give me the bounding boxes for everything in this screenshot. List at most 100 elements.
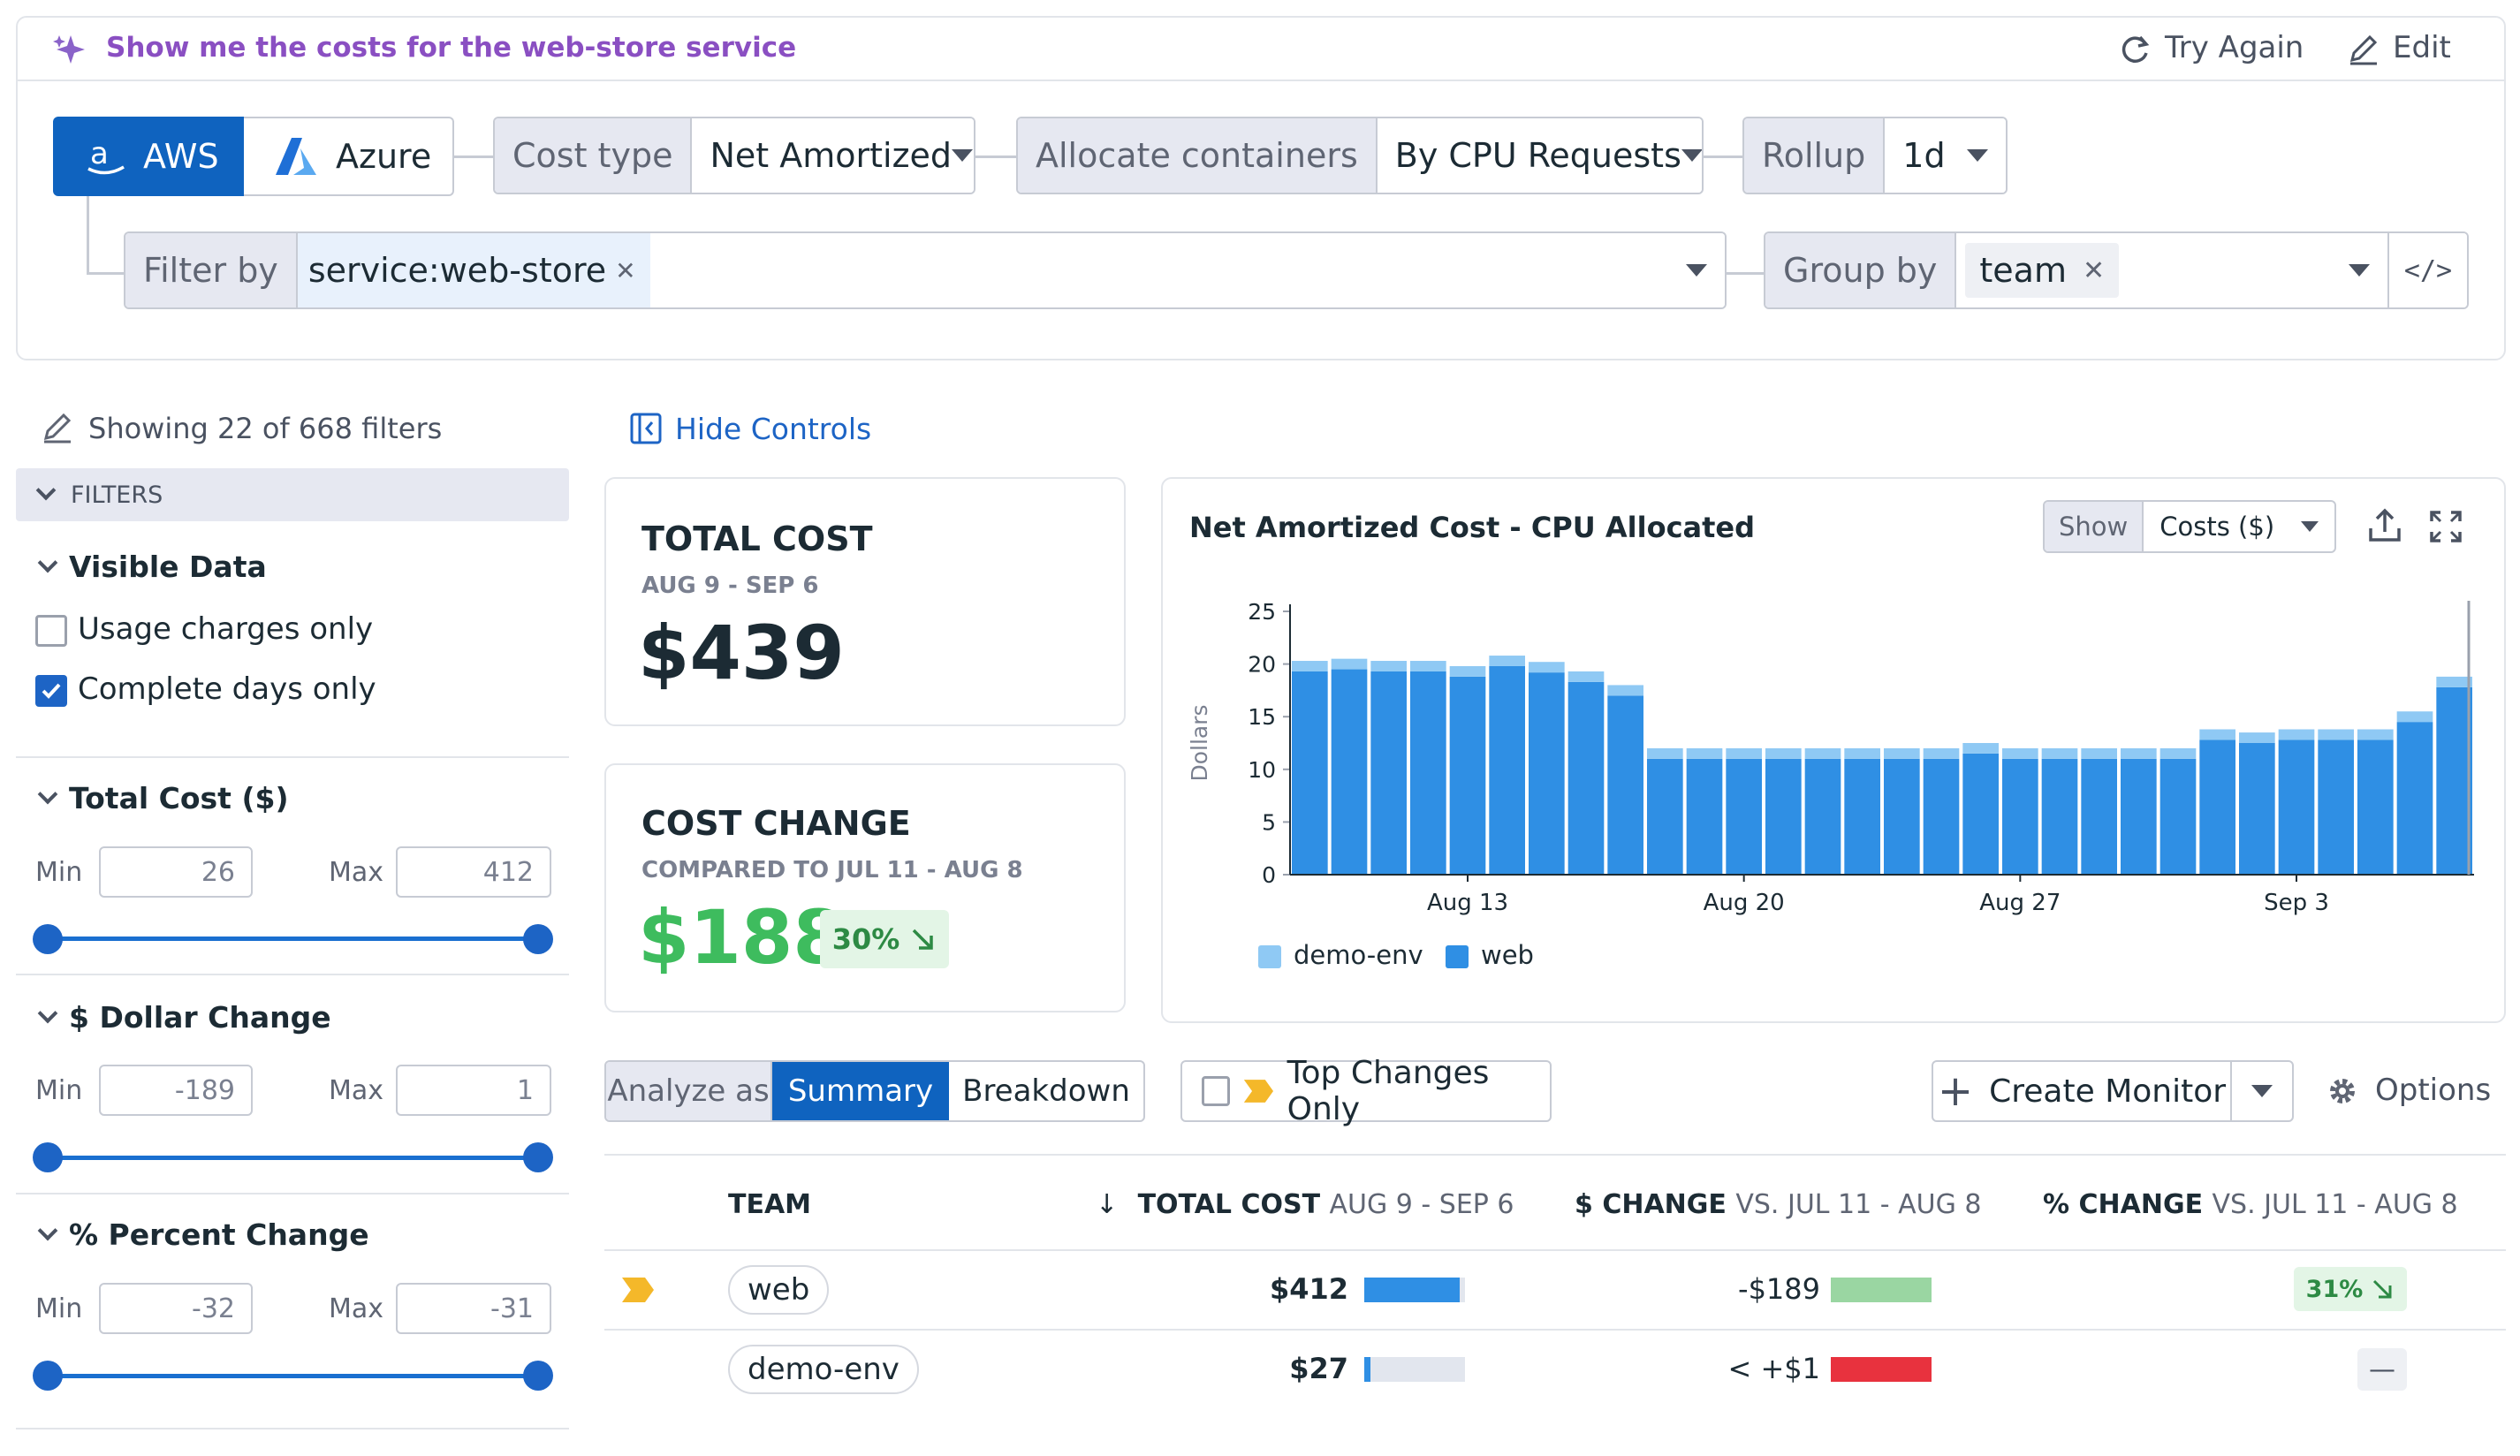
- close-icon[interactable]: ✕: [615, 256, 635, 285]
- team-pill-demo-env[interactable]: demo-env: [728, 1345, 919, 1394]
- svg-text:a: a: [90, 136, 109, 171]
- row-total-value: $27: [1289, 1352, 1348, 1385]
- export-icon[interactable]: [2366, 507, 2403, 544]
- total-cost-slider-track[interactable]: [48, 937, 537, 941]
- bar-web: [2159, 758, 2197, 875]
- group-tag: team ✕: [1965, 243, 2120, 298]
- legend-swatch-web: [1446, 945, 1469, 968]
- total-cost-value: $439: [638, 610, 845, 696]
- chevron-down-icon: [2251, 1085, 2273, 1097]
- group-label: Group by: [1765, 233, 1957, 307]
- create-monitor-dropdown[interactable]: [2230, 1060, 2294, 1122]
- percent-change-slider-track[interactable]: [48, 1374, 537, 1378]
- cost-type-select[interactable]: Cost type Net Amortized: [493, 117, 975, 194]
- group-by-input[interactable]: Group by team ✕ </>: [1764, 231, 2469, 309]
- legend-label-web[interactable]: web: [1481, 940, 1534, 970]
- usage-only-checkbox[interactable]: [35, 615, 67, 647]
- rollup-value-text: 1d: [1902, 136, 1946, 175]
- col-total-header[interactable]: ↓ TOTAL COST AUG 9 - SEP 6: [1096, 1189, 1514, 1220]
- code-icon: </>: [2403, 254, 2453, 286]
- complete-days-label[interactable]: Complete days only: [78, 671, 376, 707]
- analyze-as-toggle: Analyze as Summary Breakdown: [604, 1060, 1145, 1122]
- col-team-header[interactable]: TEAM: [728, 1189, 811, 1220]
- max-label: Max: [329, 1293, 384, 1324]
- create-monitor-button[interactable]: + Create Monitor: [1932, 1060, 2232, 1122]
- pencil-icon[interactable]: [2345, 32, 2380, 67]
- table-row[interactable]: [604, 1251, 2506, 1329]
- min-label: Min: [35, 1293, 83, 1324]
- sort-down-icon: ↓: [1096, 1189, 1119, 1220]
- cost-bar-chart[interactable]: 0 5 10 15 20 25 Dollars Aug 13 Aug 20 Aug 27 Sep 3: [1184, 583, 2492, 928]
- dollar-change-filter-toggle[interactable]: $ Dollar Change: [37, 1000, 331, 1035]
- percent-change-slider-max-handle[interactable]: [523, 1361, 553, 1391]
- provider-aws[interactable]: a AWS: [53, 117, 244, 196]
- chevron-down-icon[interactable]: [2349, 264, 2370, 277]
- refresh-icon[interactable]: [2117, 32, 2152, 67]
- dollar-change-slider-max-handle[interactable]: [523, 1142, 553, 1172]
- code-toggle-button[interactable]: </>: [2387, 233, 2467, 307]
- bar-demo-env: [1726, 747, 1762, 759]
- filters-header[interactable]: FILTERS: [16, 468, 569, 521]
- top-changes-checkbox[interactable]: [1202, 1076, 1230, 1106]
- bar-demo-env: [1962, 743, 1999, 754]
- total-cost-filter-toggle[interactable]: Total Cost ($): [37, 781, 289, 815]
- checkmark-icon: [42, 683, 61, 699]
- min-label: Min: [35, 1075, 83, 1106]
- total-cost-slider-min-handle[interactable]: [33, 924, 63, 954]
- bar-web: [2121, 758, 2157, 875]
- group-value[interactable]: team ✕: [1956, 233, 2387, 307]
- dollar-change-slider-track[interactable]: [48, 1156, 537, 1160]
- summary-tab[interactable]: Summary: [772, 1062, 949, 1120]
- percent-change-filter-toggle[interactable]: % Percent Change: [37, 1217, 369, 1252]
- chevron-down-icon: [37, 552, 58, 573]
- usage-only-label[interactable]: Usage charges only: [78, 611, 373, 647]
- hide-controls-button[interactable]: Hide Controls: [675, 412, 871, 446]
- percent-change-max-input[interactable]: -31: [396, 1283, 551, 1334]
- top-changes-toggle[interactable]: Top Changes Only: [1180, 1055, 1552, 1127]
- chevron-down-icon: [37, 784, 58, 804]
- gear-icon[interactable]: [2326, 1074, 2359, 1108]
- chevron-down-icon: [2301, 521, 2319, 532]
- chart-show-select[interactable]: Show Costs ($): [2043, 500, 2336, 553]
- connector-line: [454, 155, 493, 158]
- complete-days-checkbox[interactable]: [35, 675, 67, 707]
- filter-by-input[interactable]: Filter by service:web-store ✕: [124, 231, 1727, 309]
- col-total-range: AUG 9 - SEP 6: [1329, 1189, 1514, 1220]
- try-again-button[interactable]: Try Again: [2165, 30, 2304, 65]
- provider-azure[interactable]: Azure: [244, 117, 454, 196]
- allocate-containers-select[interactable]: Allocate containers By CPU Requests: [1016, 117, 1704, 194]
- chevron-down-icon[interactable]: [1686, 264, 1707, 277]
- col-dollar-header[interactable]: $ CHANGE VS. JUL 11 - AUG 8: [1575, 1189, 1981, 1220]
- team-pill-web[interactable]: web: [728, 1265, 830, 1315]
- analyze-as-label: Analyze as: [606, 1062, 772, 1120]
- options-button[interactable]: Options: [2375, 1073, 2491, 1108]
- total-cost-filter-title: Total Cost ($): [69, 781, 289, 815]
- bar-demo-env: [2199, 729, 2235, 740]
- total-cost-min-input[interactable]: 26: [99, 846, 253, 898]
- total-cost-slider-max-handle[interactable]: [523, 924, 553, 954]
- percent-change-min-input[interactable]: -32: [99, 1283, 253, 1334]
- breakdown-tab[interactable]: Breakdown: [949, 1062, 1143, 1120]
- col-pct-header[interactable]: % CHANGE VS. JUL 11 - AUG 8: [2043, 1189, 2458, 1220]
- legend-label-demo-env[interactable]: demo-env: [1294, 940, 1423, 970]
- total-cost-max-input[interactable]: 412: [396, 846, 551, 898]
- percent-change-slider-min-handle[interactable]: [33, 1361, 63, 1391]
- filter-value[interactable]: service:web-store ✕: [297, 233, 1725, 307]
- divider: [16, 756, 569, 758]
- edit-button[interactable]: Edit: [2393, 30, 2451, 65]
- cost-type-label: Cost type: [495, 118, 693, 193]
- close-icon[interactable]: ✕: [2083, 255, 2105, 286]
- dollar-change-max-input[interactable]: 1: [396, 1065, 551, 1116]
- bar-web: [1804, 758, 1841, 875]
- rollup-select[interactable]: Rollup 1d: [1742, 117, 2008, 194]
- dollar-change-min-input[interactable]: -189: [99, 1065, 253, 1116]
- row-change-bar: [1831, 1357, 1932, 1382]
- collapse-panel-icon[interactable]: [629, 412, 663, 445]
- visible-data-toggle[interactable]: Visible Data: [37, 550, 267, 584]
- col-pct-range: VS. JUL 11 - AUG 8: [2212, 1189, 2458, 1220]
- arrow-down-right-icon: [2373, 1279, 2392, 1299]
- fullscreen-icon[interactable]: [2428, 509, 2463, 544]
- chevron-down-icon: [952, 149, 974, 162]
- flag-icon: [1243, 1080, 1273, 1103]
- dollar-change-slider-min-handle[interactable]: [33, 1142, 63, 1172]
